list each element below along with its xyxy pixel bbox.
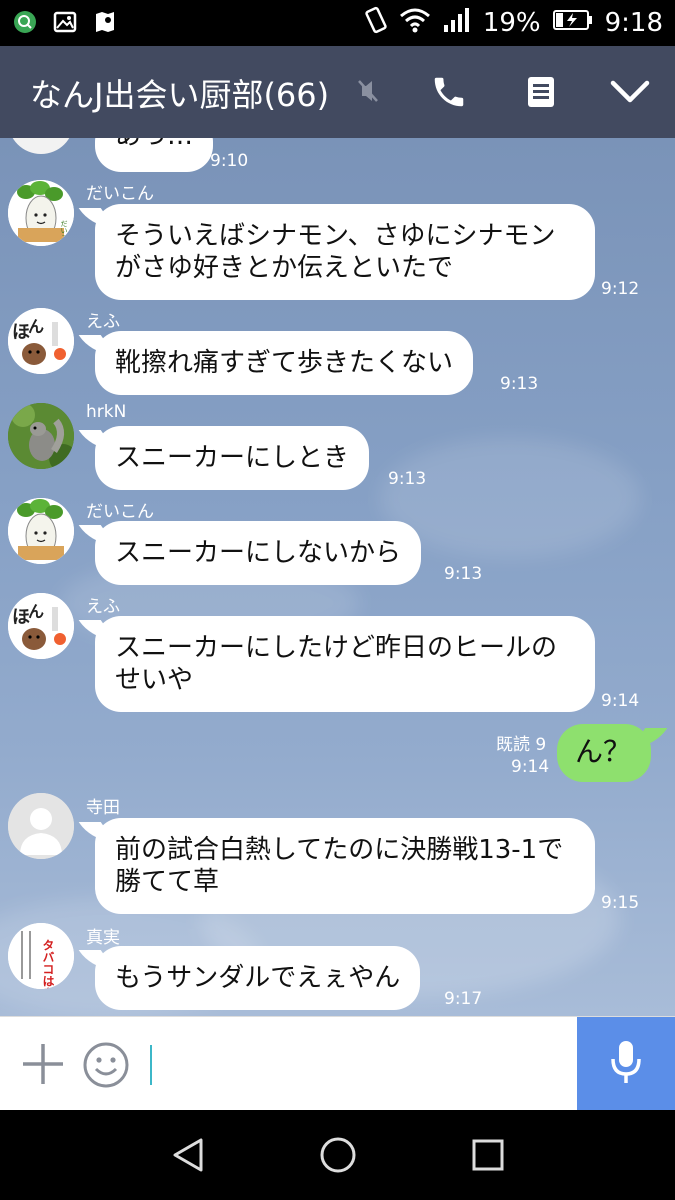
- maps-icon: [92, 9, 118, 35]
- message-time: 9:13: [388, 469, 427, 489]
- message-time: 9:12: [601, 279, 640, 299]
- avatar-shinjitsu[interactable]: タバコはやめないほうがいい: [8, 923, 74, 989]
- clock: 9:18: [604, 8, 663, 38]
- message-bubble[interactable]: スニーカーにしたけど昨日のヒールのせいや: [95, 616, 595, 712]
- message-bubble[interactable]: そういえばシナモン、さゆにシナモンがさゆ好きとか伝えといたで: [95, 204, 595, 300]
- chat-area[interactable]: あっ… 9:10 だいこん だいこん そういえばシナモン、さゆにシナモンがさゆ好…: [0, 138, 675, 1016]
- sender-name: 寺田: [86, 798, 120, 818]
- home-icon[interactable]: [318, 1135, 358, 1175]
- battery-percent: 19%: [482, 8, 541, 38]
- read-receipt: 既読 9: [496, 735, 547, 755]
- avatar-efu[interactable]: ほん: [8, 308, 74, 374]
- avatar-daikon[interactable]: だいこん: [8, 180, 74, 246]
- message-time: 9:13: [500, 374, 539, 394]
- svg-text:ん: ん: [28, 317, 44, 336]
- message-bubble[interactable]: スニーカーにしないから: [95, 521, 422, 585]
- plus-icon[interactable]: [21, 1042, 65, 1090]
- menu-icon[interactable]: [521, 72, 561, 112]
- avatar-daikon[interactable]: [8, 498, 74, 564]
- emoji-icon[interactable]: [82, 1041, 130, 1093]
- mic-button[interactable]: [577, 1017, 675, 1111]
- message-bubble[interactable]: 靴擦れ痛すぎて歩きたくない: [95, 331, 474, 395]
- mute-icon: [356, 78, 380, 108]
- message-input[interactable]: [150, 1045, 152, 1085]
- message-time: 9:13: [444, 564, 483, 584]
- message-time: 9:14: [511, 757, 550, 777]
- chat-title[interactable]: なんJ出会い厨部(66): [30, 70, 329, 116]
- tobacco-text: タバコはやめないほうがいい: [41, 939, 55, 989]
- message-bubble[interactable]: あっ…: [95, 138, 214, 172]
- message-time: 9:15: [601, 893, 640, 913]
- message-time: 9:14: [601, 691, 640, 711]
- message-time: 9:10: [210, 151, 249, 171]
- message-time: 9:17: [444, 989, 483, 1009]
- message-input-bar: [0, 1016, 675, 1111]
- sender-name: hrkN: [86, 402, 127, 422]
- avatar-hrkn[interactable]: [8, 403, 74, 469]
- avatar[interactable]: [8, 138, 74, 154]
- vibrate-icon: [365, 6, 387, 41]
- phone-icon[interactable]: [429, 72, 469, 112]
- message-bubble[interactable]: ん？: [557, 724, 651, 782]
- mic-icon: [609, 1039, 643, 1089]
- wifi-icon: [399, 7, 431, 40]
- chat-header: なんJ出会い厨部(66): [0, 46, 675, 138]
- avatar-terada[interactable]: [8, 793, 74, 859]
- sender-name: 真実: [86, 928, 120, 948]
- sender-name: えふ: [86, 312, 120, 332]
- avatar-efu[interactable]: ほん: [8, 593, 74, 659]
- signal-icon: [443, 7, 471, 40]
- message-bubble[interactable]: スニーカーにしとき: [95, 426, 370, 490]
- gallery-icon: [52, 9, 78, 35]
- battery-charging-icon: [552, 8, 593, 38]
- daikon-caption: だいこん: [60, 220, 68, 246]
- sender-name: だいこん: [86, 502, 154, 522]
- system-nav-bar: [0, 1110, 675, 1200]
- recents-icon[interactable]: [468, 1135, 508, 1175]
- search-app-icon: [12, 9, 38, 35]
- status-bar: 19% 9:18: [0, 0, 675, 46]
- message-bubble[interactable]: 前の試合白熱してたのに決勝戦13-1で勝てて草: [95, 818, 595, 914]
- sender-name: だいこん: [86, 184, 154, 204]
- back-icon[interactable]: [168, 1135, 208, 1175]
- message-bubble[interactable]: もうサンダルでえぇやん: [95, 946, 421, 1010]
- sender-name: えふ: [86, 597, 120, 617]
- svg-text:ん: ん: [28, 602, 44, 621]
- chevron-down-icon[interactable]: [610, 72, 650, 112]
